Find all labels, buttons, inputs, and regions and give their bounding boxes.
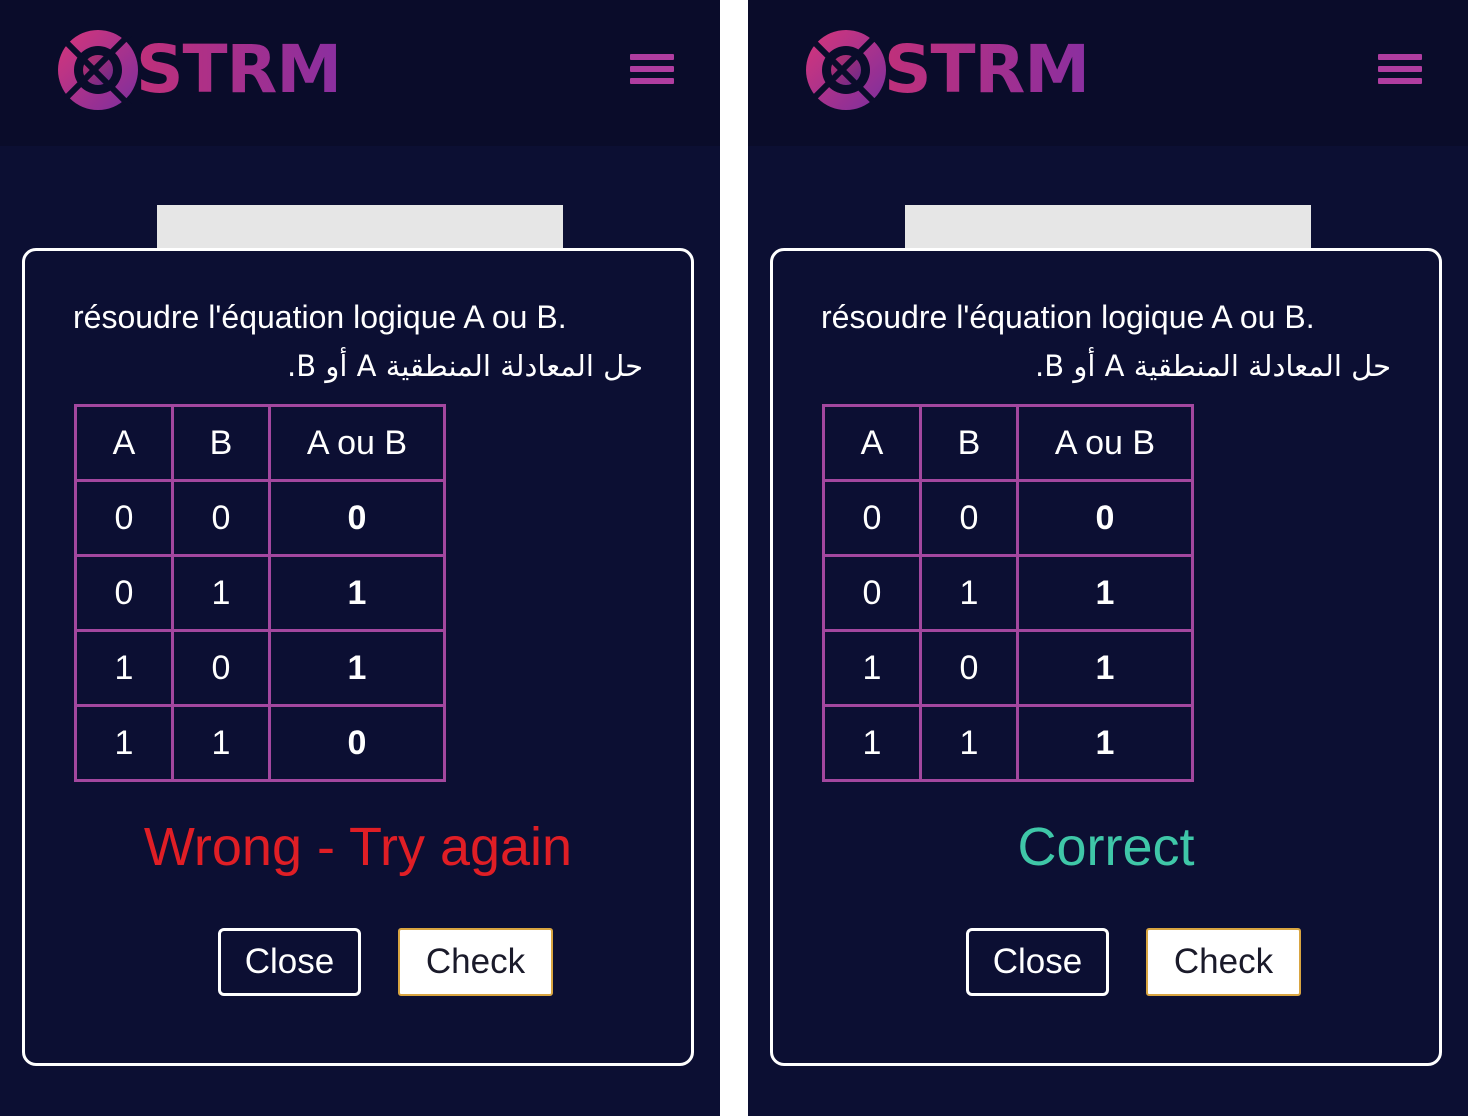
brand-logo[interactable]: STRM <box>58 24 342 120</box>
table-row: 1 0 1 <box>822 629 1194 707</box>
table-row: 1 1 1 <box>822 704 1194 782</box>
check-button[interactable]: Check <box>398 928 553 996</box>
check-button[interactable]: Check <box>1146 928 1301 996</box>
hamburger-menu-icon[interactable] <box>1378 54 1422 90</box>
table-row: 0 1 1 <box>74 554 446 632</box>
app-screen-left: STRM résoudre l'équation logique A ou B.… <box>0 0 720 1116</box>
cell-a: 1 <box>74 629 174 707</box>
table-row: 0 1 1 <box>822 554 1194 632</box>
answer-cell[interactable]: 1 <box>1016 629 1194 707</box>
header-cell: B <box>171 404 271 482</box>
answer-cell[interactable]: 1 <box>1016 704 1194 782</box>
question-arabic: حل المعادلة المنطقية A أو B. <box>287 349 643 383</box>
answer-cell[interactable]: 0 <box>268 704 446 782</box>
app-screen-right: STRM résoudre l'équation logique A ou B.… <box>748 0 1468 1116</box>
cell-b: 1 <box>171 554 271 632</box>
cell-b: 0 <box>171 479 271 557</box>
answer-cell[interactable]: 0 <box>1016 479 1194 557</box>
answer-cell[interactable]: 1 <box>1016 554 1194 632</box>
question-french: résoudre l'équation logique A ou B. <box>821 299 1315 335</box>
cell-b: 1 <box>171 704 271 782</box>
answer-cell[interactable]: 0 <box>268 479 446 557</box>
exercise-dialog: résoudre l'équation logique A ou B. حل ا… <box>22 248 694 1066</box>
popup-tab <box>905 205 1311 248</box>
cell-a: 0 <box>74 554 174 632</box>
cell-a: 0 <box>74 479 174 557</box>
table-header-row: A B A ou B <box>822 404 1194 482</box>
exercise-dialog: résoudre l'équation logique A ou B. حل ا… <box>770 248 1442 1066</box>
table-header-row: A B A ou B <box>74 404 446 482</box>
cell-a: 1 <box>74 704 174 782</box>
answer-cell[interactable]: 1 <box>268 554 446 632</box>
answer-cell[interactable]: 1 <box>268 629 446 707</box>
cell-a: 0 <box>822 479 922 557</box>
header-cell: A ou B <box>268 404 446 482</box>
brand-logo[interactable]: STRM <box>806 24 1090 120</box>
header-bar: STRM <box>0 0 720 146</box>
table-row: 1 0 1 <box>74 629 446 707</box>
header-bar: STRM <box>748 0 1468 146</box>
table-row: 1 1 0 <box>74 704 446 782</box>
cell-b: 0 <box>171 629 271 707</box>
cell-a: 0 <box>822 554 922 632</box>
hamburger-menu-icon[interactable] <box>630 54 674 90</box>
brand-name: STRM <box>136 31 342 108</box>
cell-b: 1 <box>919 704 1019 782</box>
header-cell: A <box>74 404 174 482</box>
close-button[interactable]: Close <box>218 928 361 996</box>
table-row: 0 0 0 <box>822 479 1194 557</box>
brand-name: STRM <box>884 31 1090 108</box>
header-cell: A <box>822 404 922 482</box>
result-message: Correct <box>1017 817 1195 877</box>
popup-tab <box>157 205 563 248</box>
cell-b: 0 <box>919 629 1019 707</box>
result-message: Wrong - Try again <box>143 817 573 877</box>
cell-a: 1 <box>822 704 922 782</box>
cell-b: 1 <box>919 554 1019 632</box>
truth-table: A B A ou B 0 0 0 0 1 1 1 0 1 1 1 <box>74 404 446 782</box>
close-button[interactable]: Close <box>966 928 1109 996</box>
header-cell: B <box>919 404 1019 482</box>
cell-b: 0 <box>919 479 1019 557</box>
question-arabic: حل المعادلة المنطقية A أو B. <box>1035 349 1391 383</box>
cell-a: 1 <box>822 629 922 707</box>
truth-table: A B A ou B 0 0 0 0 1 1 1 0 1 1 1 <box>822 404 1194 782</box>
table-row: 0 0 0 <box>74 479 446 557</box>
header-cell: A ou B <box>1016 404 1194 482</box>
question-french: résoudre l'équation logique A ou B. <box>73 299 567 335</box>
